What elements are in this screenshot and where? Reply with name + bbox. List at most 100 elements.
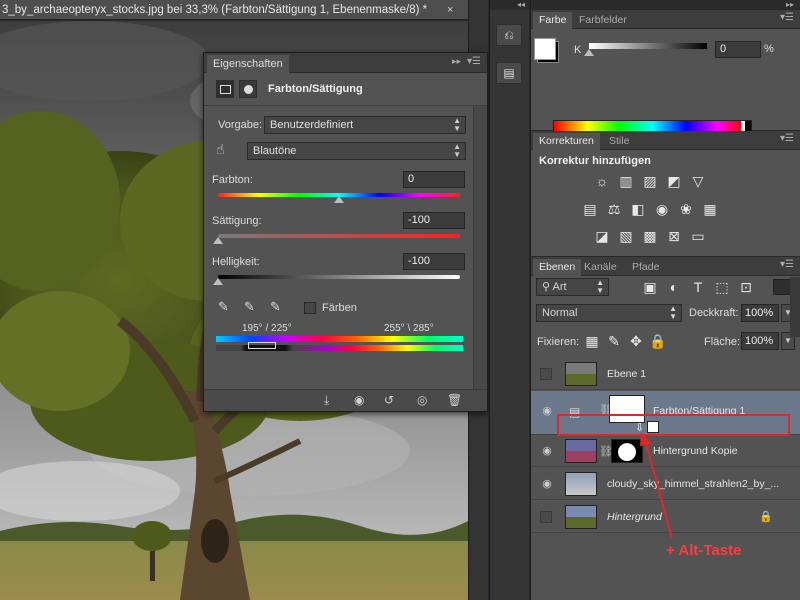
close-document-icon[interactable]: × — [447, 0, 453, 19]
properties-scrollbar[interactable] — [473, 106, 487, 390]
layers-scrollbar[interactable] — [790, 277, 800, 337]
layer-mask-icon[interactable] — [239, 80, 257, 98]
filter-smart-object-icon[interactable]: ⊡ — [737, 279, 755, 295]
invert-icon[interactable]: ◪ — [593, 228, 611, 244]
filter-type-icon[interactable]: T — [689, 279, 707, 295]
posterize-icon[interactable]: ▧ — [617, 228, 635, 244]
hue-input[interactable]: 0 — [403, 171, 465, 188]
lock-position-icon[interactable]: ✥ — [627, 333, 645, 349]
k-slider[interactable] — [589, 43, 707, 49]
tab-farbfelder[interactable]: Farbfelder — [573, 12, 633, 29]
layer-name: Hintergrund — [607, 511, 662, 523]
selective-color-icon[interactable]: ⊠ — [665, 228, 683, 244]
properties-panel: Eigenschaften ▸▸ ▾☰ Farbton/Sättigung Vo… — [203, 52, 488, 412]
collapse-icon[interactable]: ▸▸ — [452, 56, 461, 67]
panel-menu-icon[interactable]: ▾☰ — [780, 259, 794, 270]
k-slider-thumb[interactable] — [584, 49, 594, 56]
tab-stile[interactable]: Stile — [603, 133, 635, 150]
reset-icon[interactable]: ↺ — [384, 393, 394, 407]
fill-input[interactable]: 100% — [741, 332, 779, 350]
panel-menu-icon[interactable]: ▾☰ — [467, 56, 481, 67]
foreground-color-swatch[interactable] — [534, 38, 556, 60]
view-previous-state-icon[interactable]: ◉ — [354, 393, 364, 407]
layer-mask-thumbnail[interactable] — [611, 439, 643, 463]
brightness-contrast-icon[interactable]: ☼ — [593, 173, 611, 189]
lock-icon: 🔒 — [759, 511, 773, 523]
layer-thumbnail — [565, 362, 597, 386]
channel-mixer-icon[interactable]: ❀ — [677, 201, 695, 217]
visibility-toggle-off[interactable] — [540, 368, 552, 380]
exposure-icon[interactable]: ◩ — [665, 173, 683, 189]
tab-kanaele[interactable]: Kanäle — [578, 259, 623, 276]
lock-all-icon[interactable]: 🔒 — [649, 333, 667, 349]
history-icon[interactable]: ⎌ — [496, 24, 522, 46]
properties-dock-icon[interactable]: ▤ — [496, 62, 522, 84]
lightness-slider-thumb[interactable] — [213, 278, 223, 285]
lock-transparent-icon[interactable]: ▦ — [583, 333, 601, 349]
levels-icon[interactable]: ▥ — [617, 173, 635, 189]
saturation-slider[interactable] — [218, 234, 460, 238]
range-select[interactable]: Blautöne ▲ ▼ — [247, 142, 466, 160]
tab-eigenschaften[interactable]: Eigenschaften — [207, 55, 289, 73]
toggle-visibility-icon[interactable]: ◎ — [417, 393, 427, 407]
tab-korrekturen[interactable]: Korrekturen — [533, 133, 600, 150]
tab-pfade[interactable]: Pfade — [626, 259, 665, 276]
dock-collapse-icon[interactable]: ◂◂ — [490, 0, 529, 10]
document-tab[interactable]: 3_by_archaeopteryx_stocks.jpg bei 33,3% … — [0, 0, 468, 20]
colorize-checkbox[interactable] — [304, 302, 316, 314]
visibility-toggle-off[interactable] — [540, 511, 552, 523]
color-balance-icon[interactable]: ⚖ — [605, 201, 623, 217]
hue-label: Farbton: — [212, 174, 253, 186]
curves-icon[interactable]: ▨ — [641, 173, 659, 189]
saturation-input[interactable]: -100 — [403, 212, 465, 229]
k-value-input[interactable]: 0 — [715, 41, 761, 58]
targeted-adjustment-hand-icon[interactable]: ☝ — [216, 141, 234, 159]
annotation-highlight-box — [557, 414, 790, 436]
filter-adjustment-icon[interactable]: ◐ — [665, 279, 683, 295]
saturation-slider-thumb[interactable] — [213, 237, 223, 244]
layer-filter-select[interactable]: ⚲ Art ▲ ▼ — [536, 278, 609, 296]
eye-icon[interactable]: ◉ — [541, 405, 553, 417]
color-lookup-icon[interactable]: ▦ — [701, 201, 719, 217]
panel-menu-icon[interactable]: ▾☰ — [780, 12, 794, 23]
filter-shape-icon[interactable]: ⬚ — [713, 279, 731, 295]
threshold-icon[interactable]: ▩ — [641, 228, 659, 244]
lock-image-icon[interactable]: ✎ — [605, 333, 623, 349]
black-white-icon[interactable]: ◧ — [629, 201, 647, 217]
clip-to-layer-icon[interactable]: ⤓ — [324, 393, 329, 408]
lightness-slider[interactable] — [218, 275, 460, 279]
eyedropper-minus-icon[interactable]: ✎ — [270, 299, 281, 315]
gradient-map-icon[interactable]: ▭ — [689, 228, 707, 244]
vibrance-icon[interactable]: ▽ — [689, 173, 707, 189]
eyedropper-icon[interactable]: ✎ — [218, 299, 229, 315]
range-selector[interactable] — [248, 342, 276, 349]
layer-row[interactable]: Ebene 1 — [531, 358, 800, 390]
color-panel-tabs: Farbe Farbfelder ▾☰ — [531, 10, 800, 29]
lightness-input[interactable]: -100 — [403, 253, 465, 270]
properties-titlebar[interactable]: Eigenschaften ▸▸ ▾☰ — [204, 53, 487, 73]
eye-icon[interactable]: ◉ — [541, 445, 553, 457]
hue-saturation-icon[interactable]: ▤ — [581, 201, 599, 217]
preset-select[interactable]: Benutzerdefiniert ▲ ▼ — [264, 116, 466, 134]
tab-farbe[interactable]: Farbe — [533, 12, 573, 29]
blend-mode-select[interactable]: Normal ▲ ▼ — [536, 304, 682, 322]
layer-name: cloudy_sky_himmel_strahlen2_by_... — [607, 478, 780, 490]
tab-ebenen[interactable]: Ebenen — [533, 259, 582, 276]
layer-row[interactable]: ◉ cloudy_sky_himmel_strahlen2_by_... — [531, 468, 800, 500]
opacity-input[interactable]: 100% — [741, 304, 779, 322]
photo-filter-icon[interactable]: ◉ — [653, 201, 671, 217]
eyedropper-plus-icon[interactable]: ✎ — [244, 299, 255, 315]
document-title: 3_by_archaeopteryx_stocks.jpg bei 33,3% … — [2, 4, 428, 16]
panel-menu-icon[interactable]: ▾☰ — [780, 133, 794, 144]
layer-name: Hintergrund Kopie — [653, 445, 738, 457]
dock-expand-icon[interactable]: ▸▸ — [786, 0, 794, 9]
adjustment-layer-icon[interactable] — [216, 80, 234, 98]
hue-slider-thumb[interactable] — [334, 196, 344, 203]
properties-header: Farbton/Sättigung — [204, 74, 487, 106]
layer-row[interactable]: ◉ ⛓ Hintergrund Kopie — [531, 435, 800, 467]
layer-row[interactable]: Hintergrund 🔒 — [531, 501, 800, 533]
annotation-label: + Alt-Taste — [666, 542, 742, 559]
trash-icon[interactable]: 🗑 — [447, 393, 462, 407]
filter-pixel-icon[interactable]: ▣ — [641, 279, 659, 295]
eye-icon[interactable]: ◉ — [541, 478, 553, 490]
